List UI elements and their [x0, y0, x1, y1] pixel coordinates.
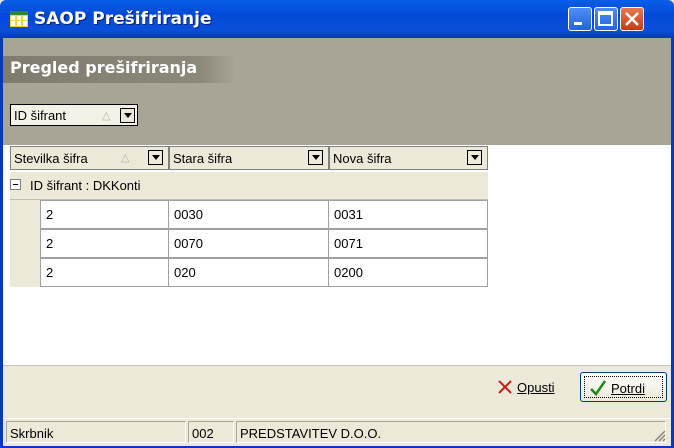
group-by-chip[interactable]: ID šifrant △	[10, 104, 138, 126]
cancel-button-label: Opusti	[517, 380, 555, 395]
column-label: Stevilka šifra	[14, 151, 88, 166]
status-company-code-text: 002	[192, 426, 214, 441]
status-user: Skrbnik	[6, 421, 186, 443]
cancel-button[interactable]: Opusti	[493, 372, 573, 402]
table-cell[interactable]: 0200	[328, 258, 488, 287]
window-title: SAOP Prešifriranje	[34, 9, 212, 29]
table-cell[interactable]: 0030	[168, 200, 329, 229]
collapse-icon[interactable]	[10, 179, 21, 190]
column-filter-dropdown-icon[interactable]	[308, 150, 323, 165]
minimize-icon	[574, 22, 582, 25]
column-filter-dropdown-icon[interactable]	[148, 150, 163, 165]
cell-text: 0070	[174, 236, 203, 251]
cell-text: 020	[174, 265, 196, 280]
status-company-code: 002	[188, 421, 234, 443]
status-company-name-text: PREDSTAVITEV D.O.O.	[240, 426, 382, 441]
table-cell[interactable]: 0031	[328, 200, 488, 229]
status-user-text: Skrbnik	[10, 426, 54, 441]
cell-text: 0071	[334, 236, 363, 251]
table-cell[interactable]: 0070	[168, 229, 329, 258]
maximize-button[interactable]	[594, 7, 618, 31]
app-grid-icon	[10, 11, 28, 27]
status-company-name: PREDSTAVITEV D.O.O.	[236, 421, 666, 443]
column-header-nova-sifra[interactable]: Nova šifra	[329, 146, 488, 170]
group-indent	[10, 200, 40, 287]
sort-ascending-icon: △	[102, 110, 111, 122]
cell-text: 2	[46, 207, 54, 222]
maximize-icon	[598, 11, 613, 26]
checkmark-icon	[590, 380, 607, 396]
column-header-stevilka-sifra[interactable]: Stevilka šifra △	[10, 146, 169, 170]
group-by-label: ID šifrant	[14, 108, 67, 123]
cancel-x-icon	[498, 380, 512, 394]
cell-text: 0030	[174, 207, 203, 222]
panel-title: Pregled prešifriranja	[10, 58, 198, 77]
column-header-stara-sifra[interactable]: Stara šifra	[169, 146, 329, 170]
column-label: Nova šifra	[333, 151, 392, 166]
cell-text: 2	[46, 236, 54, 251]
column-label: Stara šifra	[173, 151, 233, 166]
table-cell[interactable]: 2	[40, 229, 169, 258]
close-button[interactable]	[620, 7, 644, 31]
cell-text: 2	[46, 265, 54, 280]
group-by-dropdown-icon[interactable]	[120, 108, 135, 123]
title-bar: SAOP Prešifriranje	[0, 0, 674, 38]
group-row-label: ID šifrant : DKKonti	[30, 178, 141, 193]
minimize-button[interactable]	[568, 7, 592, 31]
resize-grip-icon[interactable]	[652, 428, 666, 442]
cell-text: 0031	[334, 207, 363, 222]
confirm-button[interactable]: Potrdi	[580, 372, 667, 402]
column-filter-dropdown-icon[interactable]	[467, 150, 482, 165]
sort-ascending-icon: △	[121, 152, 130, 164]
table-cell[interactable]: 020	[168, 258, 329, 287]
confirm-button-label: Potrdi	[611, 381, 645, 396]
table-cell[interactable]: 2	[40, 200, 169, 229]
table-cell[interactable]: 0071	[328, 229, 488, 258]
close-icon	[625, 12, 639, 26]
cell-text: 0200	[334, 265, 363, 280]
table-cell[interactable]: 2	[40, 258, 169, 287]
